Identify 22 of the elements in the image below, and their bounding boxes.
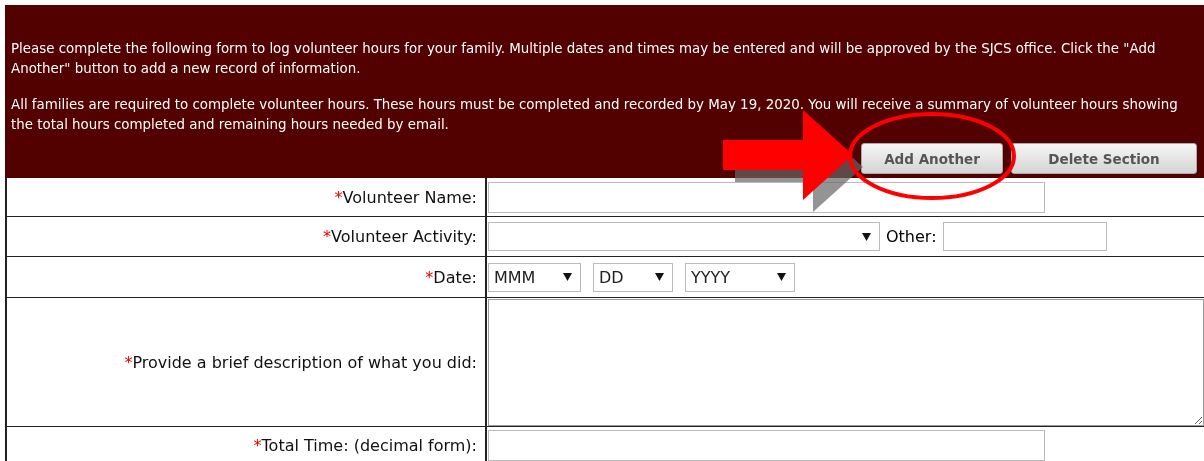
text-area[interactable] [488,299,1204,426]
dropdown[interactable]: YYYY [685,262,795,292]
input-field[interactable] [942,222,1107,251]
input-field[interactable] [488,429,1045,461]
input-field[interactable] [488,181,1045,213]
caret-icon [862,232,871,241]
field-label: *Total Time: (decimal form): [253,435,477,455]
dropdown[interactable]: DD [593,262,673,292]
dropdown[interactable]: MMM [488,262,581,292]
caret-icon [563,273,572,281]
instructions-text: All families are required to complete volunteer hours. These hours must be completed and recorded by May 19, 2020. You will receive a summary of volunteer hours showing the total hours completed and remaining hours needed by email. [11,96,1179,134]
field-label: *Volunteer Activity: [323,227,477,246]
delete-button[interactable]: Delete Section [1011,143,1197,174]
caret-icon [777,273,786,281]
field-label: *Date: [425,267,477,287]
dropdown[interactable] [488,222,880,251]
caret-icon [655,273,664,281]
add-button[interactable]: Add Another [861,143,1003,174]
field-label: Other: [886,227,937,246]
instructions-text: Please complete the following form to log volunteer hours for your family. Multiple dates and times may be entered and will be approved by the SJCS office. Click the "Add Another" button to add a new record of information. [11,40,1157,78]
field-label: *Volunteer Name: [334,187,477,207]
field-label: *Provide a brief description of what you did: [124,352,477,372]
